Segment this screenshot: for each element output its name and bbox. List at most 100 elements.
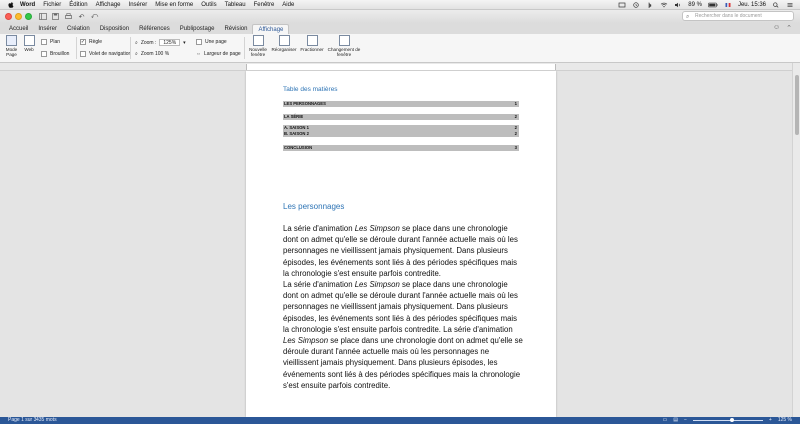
apple-icon[interactable] xyxy=(7,1,15,9)
nouvelle-fenetre-label: Nouvelle fenêtre xyxy=(249,47,267,57)
brouillon-button[interactable]: Brouillon xyxy=(41,51,69,57)
print-icon[interactable] xyxy=(64,12,73,21)
italic-title: Les Simpson xyxy=(354,280,400,290)
checkmark-icon: ✓ xyxy=(80,39,86,45)
zoom-100-button[interactable]: ⌕ Zoom 100 % xyxy=(135,51,169,57)
notification-icon[interactable] xyxy=(618,2,626,8)
toc-title: Table des matières xyxy=(283,86,338,93)
scrollbar-thumb[interactable] xyxy=(795,75,799,135)
menu-mise-en-forme[interactable]: Mise en forme xyxy=(155,2,193,8)
zoom-slider-knob[interactable] xyxy=(729,418,734,422)
regle-label: Règle xyxy=(89,39,103,45)
volume-icon[interactable] xyxy=(674,2,682,8)
smiley-feedback-icon[interactable]: ☺ xyxy=(773,24,780,32)
toc-entry[interactable]: LES PERSONNAGES 1 xyxy=(283,101,519,107)
une-page-icon xyxy=(196,39,202,45)
view-print-icon[interactable]: ▭ xyxy=(663,417,668,424)
une-page-label: Une page xyxy=(205,39,227,45)
volet-navigation-checkbox[interactable]: Volet de navigation xyxy=(80,51,131,57)
paragraph: La série d'animation Les Simpson se plac… xyxy=(283,223,523,279)
tab-references[interactable]: Références xyxy=(134,24,175,34)
tab-inserer[interactable]: Insérer xyxy=(33,24,62,34)
battery-percent[interactable]: 89 % xyxy=(688,2,702,8)
tab-creation[interactable]: Création xyxy=(62,24,95,34)
menu-word[interactable]: Word xyxy=(20,2,35,8)
notification-center-icon[interactable] xyxy=(786,2,794,8)
tab-revision[interactable]: Révision xyxy=(219,24,252,34)
nouvelle-fenetre-button[interactable]: Nouvelle fenêtre xyxy=(247,35,269,57)
ribbon-affichage: Mode Page Web Plan Brouillon ✓ Règle Vol… xyxy=(0,34,800,63)
page-count[interactable]: Page 1 sur 3 xyxy=(8,417,36,423)
menu-inserer[interactable]: Insérer xyxy=(129,2,148,8)
view-web-icon[interactable]: ▤ xyxy=(673,417,678,424)
menu-outils[interactable]: Outils xyxy=(201,2,216,8)
largeur-page-button[interactable]: ⇔ Largeur de page xyxy=(196,51,241,57)
zoom-out-icon[interactable]: − xyxy=(684,417,687,424)
tab-accueil[interactable]: Accueil xyxy=(4,24,33,34)
flag-icon[interactable] xyxy=(724,2,732,8)
menu-fenetre[interactable]: Fenêtre xyxy=(254,2,275,8)
fullscreen-window-button[interactable] xyxy=(25,13,32,20)
zoom-select[interactable]: 125% xyxy=(159,39,181,46)
fractionner-label: Fractionner xyxy=(300,47,324,52)
toc-entry-label: LA SÉRIE xyxy=(284,114,304,119)
toc-entry-label: CONCLUSION xyxy=(284,145,313,150)
clock[interactable]: Jeu. 15:36 xyxy=(738,2,766,8)
menu-tableau[interactable]: Tableau xyxy=(225,2,246,8)
redo-icon[interactable]: ⤺ xyxy=(90,12,99,21)
web-button[interactable]: Web xyxy=(22,35,36,52)
toc-entry[interactable]: LA SÉRIE 2 xyxy=(283,114,519,120)
split-icon xyxy=(306,35,318,46)
search-document-field[interactable]: ⌕ Rechercher dans le document xyxy=(682,11,794,21)
body-text[interactable]: La série d'animation Les Simpson se plac… xyxy=(283,223,523,391)
fractionner-button[interactable]: Fractionner xyxy=(300,35,324,52)
spotlight-icon[interactable] xyxy=(772,2,780,8)
chevron-down-icon[interactable]: ▾ xyxy=(183,40,186,46)
menu-affichage[interactable]: Affichage xyxy=(96,2,121,8)
menu-edition[interactable]: Édition xyxy=(69,2,87,8)
switch-window-icon xyxy=(338,35,350,46)
undo-icon[interactable]: ↶ xyxy=(77,12,86,21)
zoom-slider[interactable] xyxy=(692,418,763,422)
tab-publipostage[interactable]: Publipostage xyxy=(175,24,220,34)
horizontal-ruler[interactable] xyxy=(0,63,800,71)
zoom-icon: ⌕ xyxy=(135,39,138,46)
new-window-icon xyxy=(252,35,264,46)
menu-fichier[interactable]: Fichier xyxy=(43,2,61,8)
vertical-scrollbar[interactable] xyxy=(792,63,800,417)
minimize-window-button[interactable] xyxy=(15,13,22,20)
menu-aide[interactable]: Aide xyxy=(282,2,294,8)
bluetooth-icon[interactable] xyxy=(646,2,654,8)
une-page-button[interactable]: Une page xyxy=(196,39,227,45)
reorganiser-label: Réorganiser xyxy=(271,47,297,52)
sidebar-toggle-icon[interactable] xyxy=(38,12,47,21)
document-page[interactable]: Table des matières LES PERSONNAGES 1 LA … xyxy=(246,71,556,417)
ruler-page-area[interactable] xyxy=(246,64,556,70)
zoom-percent[interactable]: 125 % xyxy=(778,417,792,424)
changement-fenetre-button[interactable]: Changement de fenêtre xyxy=(327,35,361,57)
toc-entry-label: B. SAISON 2 xyxy=(284,131,309,136)
reorganiser-button[interactable]: Réorganiser xyxy=(270,35,298,52)
word-window: Word Fichier Édition Affichage Insérer M… xyxy=(0,0,800,424)
tab-affichage[interactable]: Affichage xyxy=(252,24,290,34)
mode-page-button[interactable]: Mode Page xyxy=(3,35,20,57)
zoom-control: ⌕ Zoom : 125% ▾ xyxy=(135,39,186,46)
toc-entry[interactable]: CONCLUSION 3 xyxy=(283,145,519,151)
arrange-icon xyxy=(278,35,290,46)
regle-checkbox[interactable]: ✓ Règle xyxy=(80,39,102,45)
status-menus: 89 % Jeu. 15:36 xyxy=(618,0,794,10)
zoom-in-icon[interactable]: + xyxy=(769,417,772,424)
toc-entry[interactable]: B. SAISON 2 2 xyxy=(283,131,519,137)
brouillon-label: Brouillon xyxy=(50,51,70,57)
save-icon[interactable] xyxy=(51,12,60,21)
word-count[interactable]: 435 mots xyxy=(36,417,57,424)
plan-button[interactable]: Plan xyxy=(41,39,60,45)
tab-disposition[interactable]: Disposition xyxy=(95,24,134,34)
status-bar: Page 1 sur 3 435 mots ▭ ▤ − + 125 % xyxy=(0,417,800,424)
timemachine-icon[interactable] xyxy=(632,2,640,8)
zoom-100-icon: ⌕ xyxy=(135,51,138,57)
largeur-page-label: Largeur de page xyxy=(204,51,241,57)
close-window-button[interactable] xyxy=(5,13,12,20)
ribbon-collapse-icon[interactable]: ⌃ xyxy=(786,24,792,32)
wifi-icon[interactable] xyxy=(660,2,668,8)
